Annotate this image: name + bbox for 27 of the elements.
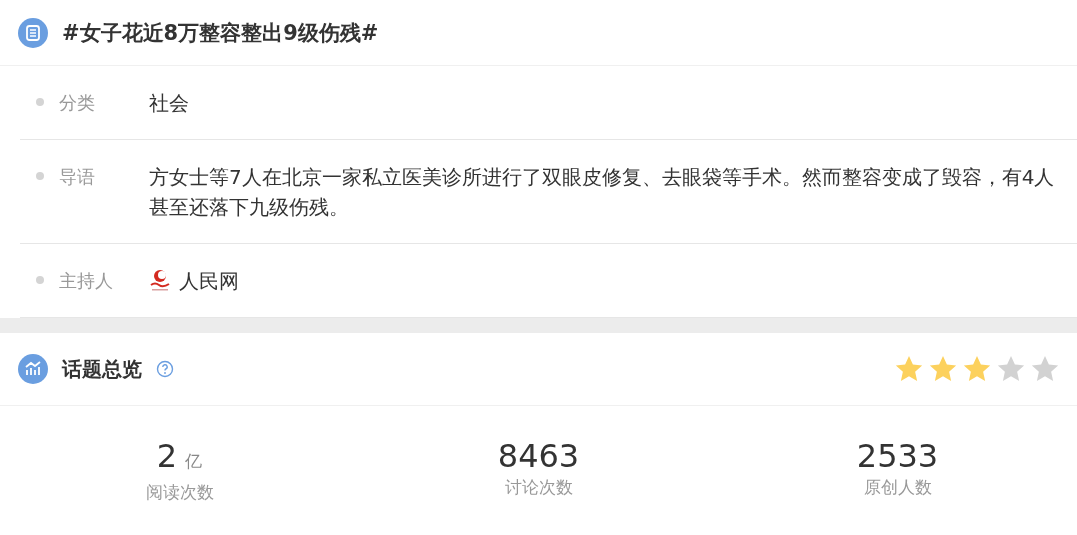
star-icon [1029,354,1061,384]
stat-value: 2533 [856,438,939,474]
stat-unit: 亿 [185,450,203,473]
stat-label: 原创人数 [863,476,932,499]
star-icon [961,354,993,384]
star-icon [995,354,1027,384]
bullet-icon [36,98,44,106]
field-value: 方女士等7人在北京一家私立医美诊所进行了双眼皮修复、去眼袋等手术。然而整容变成了毁容，有4人甚至还落下九级伤残。 [149,164,1056,221]
stat-label: 讨论次数 [504,476,573,499]
logo-icon [149,269,171,293]
list-icon [18,17,48,48]
stat-value: 2 [156,438,178,474]
stat-value: 8463 [497,438,580,474]
host-name[interactable]: 人民网 [179,266,239,296]
star-icon [927,354,959,384]
field-label: 分类 [59,91,96,115]
topic-title: #女子花近8万整容整出9级伤残# [62,19,379,47]
section-title: 话题总览 [62,355,142,383]
help-icon[interactable] [156,360,174,378]
bullet-icon [36,276,44,284]
bullet-icon [36,172,44,180]
field-label: 导语 [59,165,96,189]
field-label: 主持人 [59,269,114,293]
field-value: 社会 [149,90,189,117]
star-icon [893,354,925,384]
chart-icon [18,354,48,384]
stat-label: 阅读次数 [145,481,214,504]
